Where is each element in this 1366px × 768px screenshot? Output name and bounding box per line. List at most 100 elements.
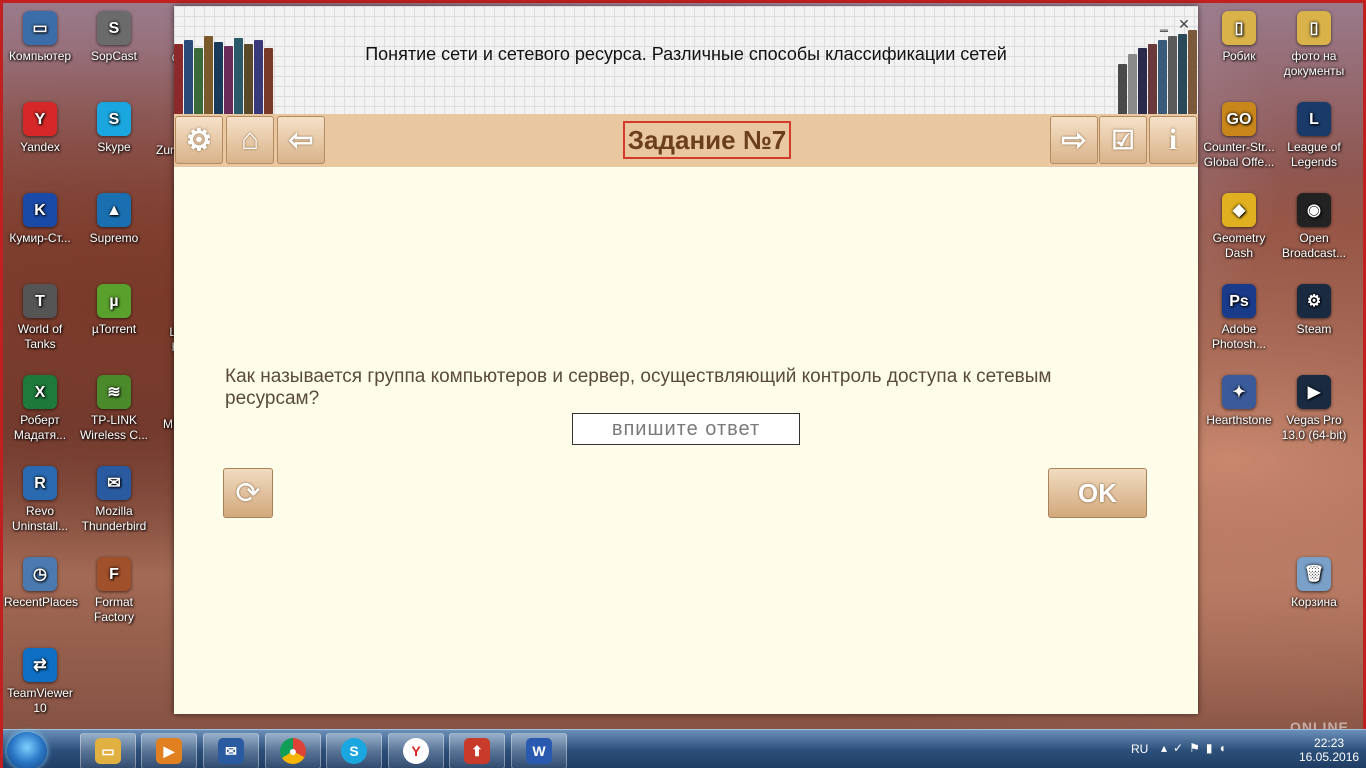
- desktop-icon-label: Counter-Str... Global Offe...: [1203, 140, 1275, 169]
- desktop-app-icon: ◉: [1297, 193, 1331, 227]
- desktop-app-icon: µ: [97, 284, 131, 318]
- language-indicator[interactable]: RU: [1131, 742, 1148, 756]
- app-title: Понятие сети и сетевого ресурса. Различн…: [365, 44, 1007, 64]
- answer-input[interactable]: [572, 413, 800, 445]
- desktop-left-icon-2[interactable]: Y Yandex: [4, 102, 76, 155]
- media-icon: ▶: [156, 738, 182, 764]
- desktop-left-icon-12[interactable]: ◷ RecentPlaces: [4, 557, 79, 610]
- desktop-icon-label: Hearthstone: [1206, 413, 1272, 427]
- desktop-left-icon-9[interactable]: ≋ TP-LINK Wireless C...: [78, 375, 150, 443]
- check-button[interactable]: ☑: [1099, 116, 1147, 164]
- desktop-left-icon-14[interactable]: ⇄ TeamViewer 10: [4, 648, 76, 716]
- desktop-left-icon-1[interactable]: S SopCast: [78, 11, 150, 64]
- desktop-left-icon-7[interactable]: µ µTorrent: [78, 284, 150, 337]
- desktop-app-icon: S: [97, 11, 131, 45]
- desktop-app-icon: ⇄: [23, 648, 57, 682]
- desktop-right-icon-2[interactable]: GO Counter-Str... Global Offe...: [1203, 102, 1275, 170]
- desktop-left-icon-10[interactable]: R Revo Uninstall...: [4, 466, 76, 534]
- desktop-right-icon-10[interactable]: 🗑 Корзина: [1278, 557, 1350, 610]
- desktop-icon-label: Mozilla Thunderbird: [81, 504, 147, 533]
- desktop-app-icon: ✦: [1222, 375, 1256, 409]
- desktop-icon-label: Yandex: [20, 140, 60, 154]
- taskbar-media[interactable]: ▶: [141, 733, 197, 768]
- desktop-icon-label: Format Factory: [93, 595, 134, 624]
- ok-button[interactable]: OK: [1048, 468, 1147, 518]
- desktop-icon-label: Adobe Photosh...: [1211, 322, 1267, 351]
- settings-button[interactable]: ⚙: [175, 116, 223, 164]
- tray-icons[interactable]: ▴✓⚑▮◖: [1161, 741, 1232, 755]
- bookshelf-right-image: [1098, 28, 1198, 114]
- home-button[interactable]: ⌂: [226, 116, 274, 164]
- desktop-right-icon-1[interactable]: ▯ фото на документы: [1278, 11, 1350, 79]
- check-envelope-icon: ☑: [1111, 124, 1135, 155]
- taskbar-app-active[interactable]: ⬆: [449, 733, 505, 768]
- desktop-icon-label: Vegas Pro 13.0 (64-bit): [1281, 413, 1347, 442]
- forward-arrow-icon: ⇨: [1061, 123, 1087, 157]
- desktop-left-icon-5[interactable]: ▲ Supremo: [78, 193, 150, 246]
- desktop-right-icon-3[interactable]: L League of Legends: [1278, 102, 1350, 170]
- desktop-left-icon-3[interactable]: S Skype: [78, 102, 150, 155]
- clock-time: 22:23: [1314, 736, 1345, 750]
- desktop-left-icon-6[interactable]: T World of Tanks: [4, 284, 76, 352]
- desktop-right-icon-4[interactable]: ◆ Geometry Dash: [1203, 193, 1275, 261]
- desktop-icon-label: Робик: [1222, 49, 1256, 63]
- desktop-app-icon: Ps: [1222, 284, 1256, 318]
- desktop-app-icon: T: [23, 284, 57, 318]
- desktop-icon-label: TeamViewer 10: [7, 686, 73, 715]
- info-button[interactable]: i: [1149, 116, 1197, 164]
- desktop-app-icon: R: [23, 466, 57, 500]
- thunderbird-icon: ✉: [218, 738, 244, 764]
- taskbar-skype[interactable]: S: [326, 733, 382, 768]
- clock[interactable]: 22:23 16.05.2016: [1299, 736, 1359, 764]
- partial-desktop-label: Zur: [156, 143, 174, 157]
- desktop-icon-label: Revo Uninstall...: [11, 504, 69, 533]
- desktop-app-icon: X: [23, 375, 57, 409]
- desktop-right-icon-6[interactable]: Ps Adobe Photosh...: [1203, 284, 1275, 352]
- folder-icon: ▭: [95, 738, 121, 764]
- refresh-button[interactable]: ⟳: [223, 468, 273, 518]
- desktop-left-icon-13[interactable]: F Format Factory: [78, 557, 150, 625]
- forward-button[interactable]: ⇨: [1050, 116, 1098, 164]
- desktop-icon-label: RecentPlaces: [4, 595, 79, 609]
- desktop-left-icon-11[interactable]: ✉ Mozilla Thunderbird: [78, 466, 150, 534]
- task-title: Задание №7: [623, 121, 791, 159]
- taskbar-chrome[interactable]: ●: [265, 733, 321, 768]
- back-arrow-icon: ⇦: [288, 123, 314, 157]
- desktop-left-icon-0[interactable]: ▭ Компьютер: [4, 11, 76, 64]
- question-text: Как называется группа компьютеров и серв…: [225, 366, 1052, 409]
- desktop-left-icon-4[interactable]: K Кумир-Ст...: [4, 193, 76, 246]
- word-icon: W: [526, 738, 552, 764]
- desktop-app-icon: ▯: [1297, 11, 1331, 45]
- desktop-app-icon: ✉: [97, 466, 131, 500]
- desktop-right-icon-5[interactable]: ◉ Open Broadcast...: [1278, 193, 1350, 261]
- desktop-right-icon-9[interactable]: ▶ Vegas Pro 13.0 (64-bit): [1278, 375, 1350, 443]
- desktop-app-icon: K: [23, 193, 57, 227]
- taskbar-explorer[interactable]: ▭: [80, 733, 136, 768]
- desktop-left-icon-8[interactable]: X Роберт Мадатя...: [4, 375, 76, 443]
- desktop-app-icon: Y: [23, 102, 57, 136]
- start-button[interactable]: [7, 732, 47, 768]
- desktop-icon-label: Geometry Dash: [1212, 231, 1266, 260]
- desktop-app-icon: ▯: [1222, 11, 1256, 45]
- clock-date: 16.05.2016: [1299, 750, 1360, 764]
- desktop-app-icon: ▭: [23, 11, 57, 45]
- desktop-icon-label: League of Legends: [1287, 140, 1341, 169]
- desktop-right-icon-0[interactable]: ▯ Робик: [1203, 11, 1275, 64]
- desktop-app-icon: 🗑: [1297, 557, 1331, 591]
- desktop-app-icon: ◷: [23, 557, 57, 591]
- desktop-icon-label: Supremo: [89, 231, 139, 245]
- desktop-right-icon-7[interactable]: ⚙ Steam: [1278, 284, 1350, 337]
- home-icon: ⌂: [240, 123, 260, 156]
- desktop-app-icon: L: [1297, 102, 1331, 136]
- taskbar-yandex[interactable]: Y: [388, 733, 444, 768]
- desktop-right-icon-8[interactable]: ✦ Hearthstone: [1203, 375, 1275, 428]
- desktop-icon-label: фото на документы: [1283, 49, 1345, 78]
- desktop-icon-label: Steam: [1296, 322, 1332, 336]
- taskbar-word[interactable]: W: [511, 733, 567, 768]
- desktop-icon-label: World of Tanks: [17, 322, 63, 351]
- back-button[interactable]: ⇦: [277, 116, 325, 164]
- app-header: Понятие сети и сетевого ресурса. Различн…: [174, 6, 1198, 114]
- skype-icon: S: [341, 738, 367, 764]
- taskbar-thunderbird[interactable]: ✉: [203, 733, 259, 768]
- desktop-app-icon: ⚙: [1297, 284, 1331, 318]
